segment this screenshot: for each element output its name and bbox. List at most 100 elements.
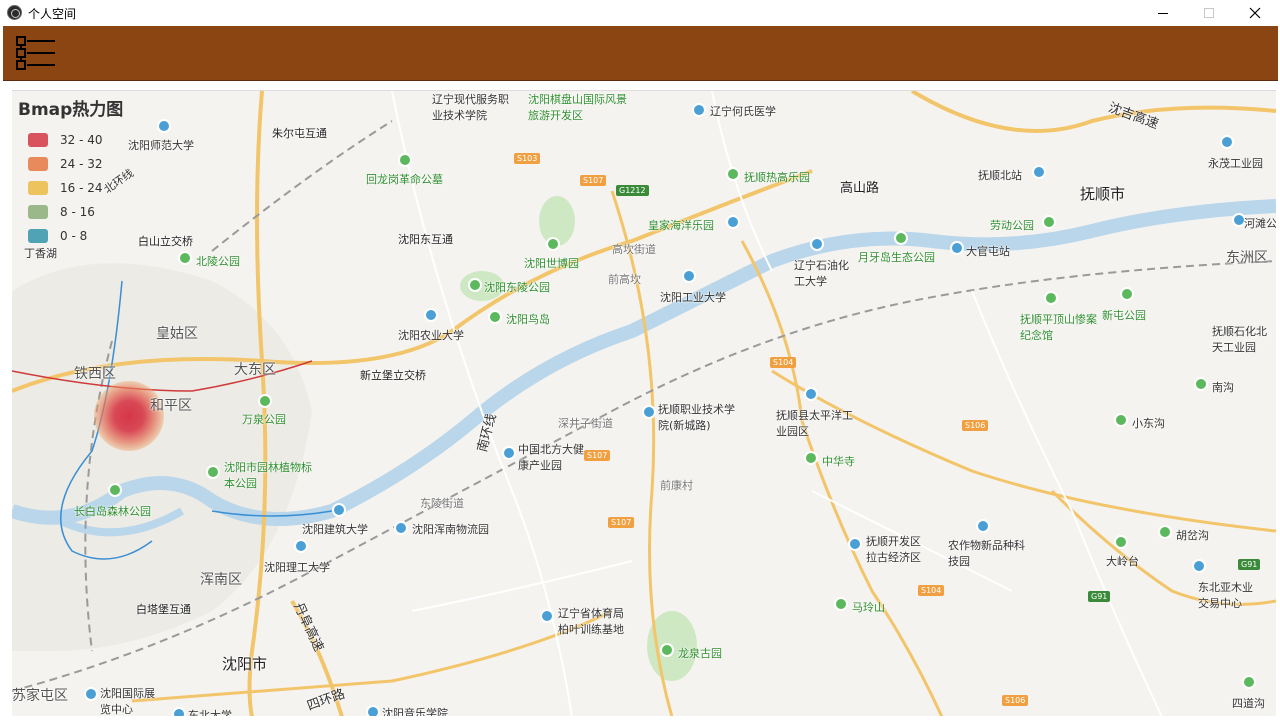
district-label: 皇姑区 xyxy=(156,326,198,342)
maximize-button[interactable] xyxy=(1186,0,1232,26)
poi-marker[interactable] xyxy=(976,519,990,533)
station-marker[interactable] xyxy=(1032,165,1046,179)
map-label: 辽宁何氏医学 xyxy=(710,105,776,118)
legend-item[interactable]: 8 - 16 xyxy=(18,200,123,224)
legend-item[interactable]: 24 - 32 xyxy=(18,152,123,176)
park-marker[interactable] xyxy=(258,394,272,408)
map-label: 四道沟 xyxy=(1232,697,1265,710)
close-button[interactable] xyxy=(1232,0,1278,26)
district-label: 铁西区 xyxy=(74,366,116,382)
map-view[interactable]: S103 S107 G1212 S104 S106 S107 S107 S104… xyxy=(12,90,1276,716)
map-label: 龙泉古园 xyxy=(678,647,722,660)
map-label: 沈阳国际展览中心 xyxy=(100,687,155,716)
map-label: 朱尔屯互通 xyxy=(272,127,327,140)
park-marker[interactable] xyxy=(108,483,122,497)
legend-item[interactable]: 32 - 40 xyxy=(18,128,123,152)
map-label: 沈阳浑南物流园 xyxy=(412,523,489,536)
close-icon xyxy=(1249,7,1261,19)
map-label: 东北亚木业交易中心 xyxy=(1198,581,1253,610)
map-label: 月牙岛生态公园 xyxy=(858,251,935,264)
park-marker[interactable] xyxy=(834,597,848,611)
heatmap-legend: Bmap热力图 32 - 40 24 - 32 16 - 24 8 - 16 0… xyxy=(18,95,123,248)
park-marker[interactable] xyxy=(726,167,740,181)
map-label: 沈阳鸟岛 xyxy=(506,313,550,326)
park-marker[interactable] xyxy=(546,237,560,251)
poi-marker[interactable] xyxy=(692,103,706,117)
poi-marker[interactable] xyxy=(84,687,98,701)
poi-marker[interactable] xyxy=(1220,135,1234,149)
park-marker[interactable] xyxy=(894,231,908,245)
poi-marker[interactable] xyxy=(1192,559,1206,573)
map-label: 抚顺开发区拉古经济区 xyxy=(866,535,921,564)
park-marker[interactable] xyxy=(488,310,502,324)
map-label: 小东沟 xyxy=(1132,417,1165,430)
map-label: 沈阳世博园 xyxy=(524,257,579,270)
poi-marker[interactable] xyxy=(848,537,862,551)
park-marker[interactable] xyxy=(1044,291,1058,305)
park-marker[interactable] xyxy=(178,251,192,265)
map-label: 沈阳师范大学 xyxy=(128,139,194,152)
park-marker[interactable] xyxy=(468,278,482,292)
menu-icon[interactable] xyxy=(15,33,57,73)
legend-label: 24 - 32 xyxy=(60,157,103,171)
map-label: 东北大学 xyxy=(188,709,232,716)
minimize-button[interactable] xyxy=(1140,0,1186,26)
poi-marker[interactable] xyxy=(804,387,818,401)
map-label: 沈阳音乐学院 xyxy=(382,707,448,716)
school-marker[interactable] xyxy=(366,705,380,716)
map-label: 辽宁石油化工大学 xyxy=(794,259,849,288)
school-marker[interactable] xyxy=(294,539,308,553)
map-label: 深井子街道 xyxy=(558,417,613,430)
park-marker[interactable] xyxy=(1194,377,1208,391)
window-title: 个人空间 xyxy=(28,7,77,21)
legend-label: 8 - 16 xyxy=(60,205,95,219)
map-label: 抚顺平顶山惨案纪念馆 xyxy=(1020,313,1097,342)
park-marker[interactable] xyxy=(1042,215,1056,229)
poi-marker[interactable] xyxy=(726,215,740,229)
park-marker[interactable] xyxy=(206,465,220,479)
map-label: 抚顺职业技术学院(新城路) xyxy=(658,403,735,432)
school-marker[interactable] xyxy=(332,503,346,517)
map-label: 东陵街道 xyxy=(420,497,464,510)
district-label: 东洲区 xyxy=(1226,250,1268,266)
poi-marker[interactable] xyxy=(394,521,408,535)
city-label: 抚顺市 xyxy=(1080,185,1126,203)
park-marker[interactable] xyxy=(1158,525,1172,539)
legend-label: 32 - 40 xyxy=(60,133,103,147)
map-label: 抚顺县太平洋工业园区 xyxy=(776,409,853,438)
park-marker[interactable] xyxy=(1242,675,1256,689)
park-marker[interactable] xyxy=(1120,287,1134,301)
school-marker[interactable] xyxy=(682,269,696,283)
map-label: 抚顺北站 xyxy=(978,169,1022,182)
park-marker[interactable] xyxy=(398,153,412,167)
map-label: 大官屯站 xyxy=(966,245,1010,258)
legend-label: 0 - 8 xyxy=(60,229,88,243)
legend-item[interactable]: 16 - 24 xyxy=(18,176,123,200)
park-marker[interactable] xyxy=(1114,413,1128,427)
school-marker[interactable] xyxy=(157,119,171,133)
road-shield-s103: S103 xyxy=(514,153,541,164)
station-marker[interactable] xyxy=(950,241,964,255)
road-shield-g1212: G1212 xyxy=(616,185,649,196)
district-label: 苏家屯区 xyxy=(12,688,68,704)
poi-marker[interactable] xyxy=(502,446,516,460)
map-label: 新立堡立交桥 xyxy=(360,369,426,382)
school-marker[interactable] xyxy=(810,237,824,251)
map-label: 北陵公园 xyxy=(196,255,240,268)
park-marker[interactable] xyxy=(804,451,818,465)
map-label: 沈阳市园林植物标本公园 xyxy=(224,461,312,490)
legend-item[interactable]: 0 - 8 xyxy=(18,224,123,248)
park-marker[interactable] xyxy=(1114,535,1128,549)
road-shield-s104b: S104 xyxy=(918,585,945,596)
map-label: 新屯公园 xyxy=(1102,309,1146,322)
poi-marker[interactable] xyxy=(540,609,554,623)
map-label: 前康村 xyxy=(660,479,693,492)
map-label: 万泉公园 xyxy=(242,413,286,426)
park-marker[interactable] xyxy=(660,643,674,657)
school-marker[interactable] xyxy=(642,405,656,419)
school-marker[interactable] xyxy=(172,707,186,716)
map-label: 辽宁省体育局柏叶训练基地 xyxy=(558,607,624,636)
school-marker[interactable] xyxy=(424,308,438,322)
minimize-icon xyxy=(1158,12,1168,14)
map-label: 抚顺石化北天工业园 xyxy=(1212,325,1267,354)
